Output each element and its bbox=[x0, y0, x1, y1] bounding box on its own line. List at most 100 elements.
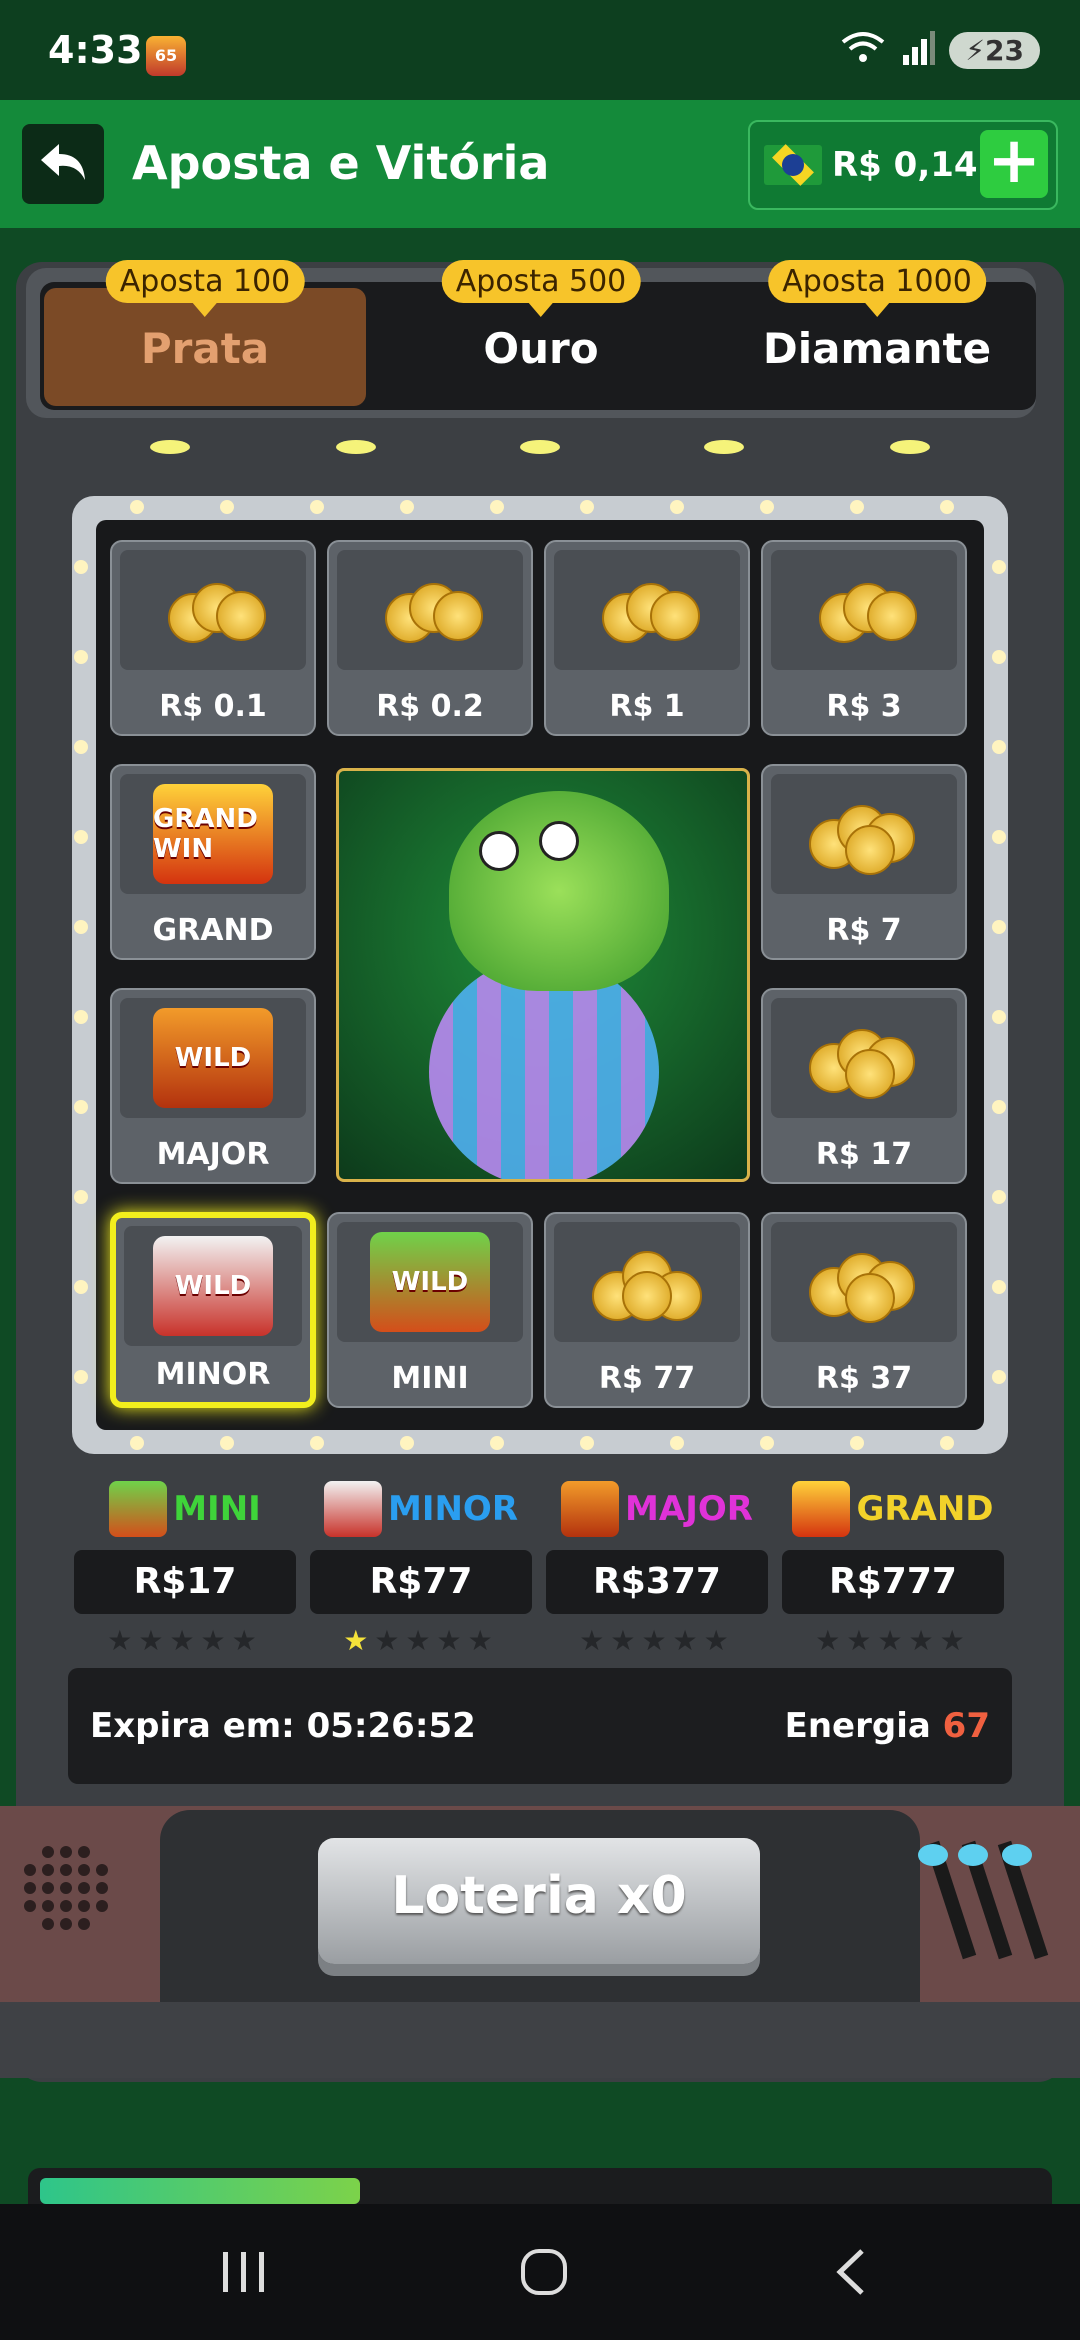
info-bar: Expira em: 05:26:52 Energia 67 bbox=[68, 1668, 1012, 1784]
marquee-bulb bbox=[992, 1010, 1006, 1024]
marquee-bulb bbox=[850, 1436, 864, 1450]
app-notification-icon: 65 bbox=[146, 36, 186, 76]
jackpot-stars: ★★★★★ bbox=[815, 1624, 971, 1657]
tab-prata[interactable]: Aposta 100 Prata bbox=[44, 260, 366, 406]
marquee-bulb bbox=[74, 740, 88, 754]
marquee-bulb bbox=[74, 1100, 88, 1114]
spotlight bbox=[890, 440, 930, 454]
wild-art: WILD bbox=[153, 1008, 273, 1108]
home-icon bbox=[519, 2247, 569, 2301]
speaker-hole bbox=[42, 1918, 54, 1930]
speaker-hole bbox=[78, 1864, 90, 1876]
lottery-button[interactable]: Loteria x0 bbox=[318, 1838, 760, 1964]
lever-knob bbox=[958, 1844, 988, 1866]
back-button[interactable] bbox=[22, 124, 104, 204]
jackpot-name: MINOR bbox=[387, 1489, 519, 1529]
marquee-bulb bbox=[74, 1190, 88, 1204]
marquee-bulb bbox=[74, 1370, 88, 1384]
grand-win-icon bbox=[792, 1481, 851, 1537]
rabbit-wild-icon: WILD bbox=[124, 1226, 302, 1346]
jackpot-name: MAJOR bbox=[625, 1489, 753, 1529]
coins-pile-icon bbox=[554, 1222, 740, 1342]
marquee-bulb bbox=[580, 500, 594, 514]
battery-indicator: ⚡23 bbox=[949, 31, 1040, 69]
signal-icon bbox=[901, 31, 936, 69]
expire-timer: Expira em: 05:26:52 bbox=[90, 1706, 476, 1746]
jackpot-major: MAJOR R$377 ★★★★★ bbox=[546, 1476, 768, 1657]
marquee-bulb bbox=[74, 650, 88, 664]
prize-cell: R$ 77 bbox=[544, 1212, 750, 1408]
brazil-flag-icon bbox=[764, 145, 822, 185]
balance-amount: R$ 0,14 bbox=[832, 145, 978, 185]
dragon-disco-art bbox=[336, 768, 750, 1182]
speaker-hole bbox=[24, 1864, 36, 1876]
page-title: Aposta e Vitória bbox=[132, 136, 550, 190]
speaker-hole bbox=[78, 1900, 90, 1912]
speaker-hole bbox=[60, 1900, 72, 1912]
marquee-bulb bbox=[74, 920, 88, 934]
speaker-hole bbox=[24, 1882, 36, 1894]
dragon-icon bbox=[449, 791, 669, 991]
marquee-bulb bbox=[220, 500, 234, 514]
prize-label: MINOR bbox=[155, 1357, 271, 1392]
jackpot-stars: ★★★★★ bbox=[343, 1624, 499, 1657]
tiger-wild-icon bbox=[561, 1481, 620, 1537]
speaker-hole bbox=[42, 1846, 54, 1858]
tab-bet-badge: Aposta 100 bbox=[105, 260, 305, 303]
prize-label: R$ 37 bbox=[815, 1361, 913, 1396]
marquee-bulb bbox=[220, 1436, 234, 1450]
tab-label: Diamante bbox=[762, 324, 992, 373]
chevron-left-icon bbox=[830, 2247, 870, 2301]
app-header: Aposta e Vitória R$ 0,14 + bbox=[0, 100, 1080, 228]
marquee-bulb bbox=[74, 1280, 88, 1294]
speaker-grille-icon bbox=[24, 1846, 114, 1936]
marquee-bulb bbox=[490, 500, 504, 514]
marquee-bulb bbox=[74, 830, 88, 844]
spotlight bbox=[336, 440, 376, 454]
marquee-bulb bbox=[760, 500, 774, 514]
prize-cell: R$ 17 bbox=[761, 988, 967, 1184]
marquee-bulb bbox=[940, 1436, 954, 1450]
speaker-hole bbox=[42, 1864, 54, 1876]
speaker-hole bbox=[96, 1882, 108, 1894]
grand-win-icon: GRAND WIN bbox=[120, 774, 306, 894]
speaker-hole bbox=[42, 1900, 54, 1912]
tab-bet-badge: Aposta 500 bbox=[441, 260, 641, 303]
home-button[interactable] bbox=[484, 2234, 604, 2314]
spotlight bbox=[704, 440, 744, 454]
marquee-bulb bbox=[760, 1436, 774, 1450]
prize-cell: R$ 7 bbox=[761, 764, 967, 960]
recents-icon bbox=[219, 2250, 269, 2298]
marquee-bulb bbox=[940, 500, 954, 514]
speaker-hole bbox=[96, 1900, 108, 1912]
energy-label: Energia bbox=[784, 1706, 931, 1746]
prize-label: GRAND bbox=[152, 913, 274, 948]
marquee-bulb bbox=[992, 650, 1006, 664]
wild-art: WILD bbox=[370, 1232, 490, 1332]
tab-diamante[interactable]: Aposta 1000 Diamante bbox=[716, 260, 1038, 406]
add-funds-button[interactable]: + bbox=[980, 129, 1048, 198]
machine-base bbox=[0, 2002, 1080, 2078]
jackpot-stars: ★★★★★ bbox=[107, 1624, 263, 1657]
coins-icon bbox=[771, 998, 957, 1118]
prize-label: R$ 77 bbox=[598, 1361, 696, 1396]
speaker-hole bbox=[78, 1918, 90, 1930]
speaker-hole bbox=[60, 1846, 72, 1858]
marquee-bulb bbox=[400, 500, 414, 514]
spotlight bbox=[520, 440, 560, 454]
marquee-bulb bbox=[310, 500, 324, 514]
status-bar: 4:33 65 ⚡23 bbox=[0, 0, 1080, 100]
prize-cell: R$ 1 bbox=[544, 540, 750, 736]
wild-art: WILD bbox=[153, 1236, 273, 1336]
marquee-bulb bbox=[850, 500, 864, 514]
marquee-bulb bbox=[130, 1436, 144, 1450]
speaker-hole bbox=[24, 1900, 36, 1912]
tab-ouro[interactable]: Aposta 500 Ouro bbox=[380, 260, 702, 406]
speaker-hole bbox=[42, 1882, 54, 1894]
marquee-bulb bbox=[992, 1280, 1006, 1294]
jackpot-grand: GRAND R$777 ★★★★★ bbox=[782, 1476, 1004, 1657]
recents-button[interactable] bbox=[184, 2234, 304, 2314]
prize-label: R$ 7 bbox=[826, 913, 902, 948]
back-nav-button[interactable] bbox=[790, 2234, 910, 2314]
prize-label: R$ 1 bbox=[609, 689, 685, 724]
